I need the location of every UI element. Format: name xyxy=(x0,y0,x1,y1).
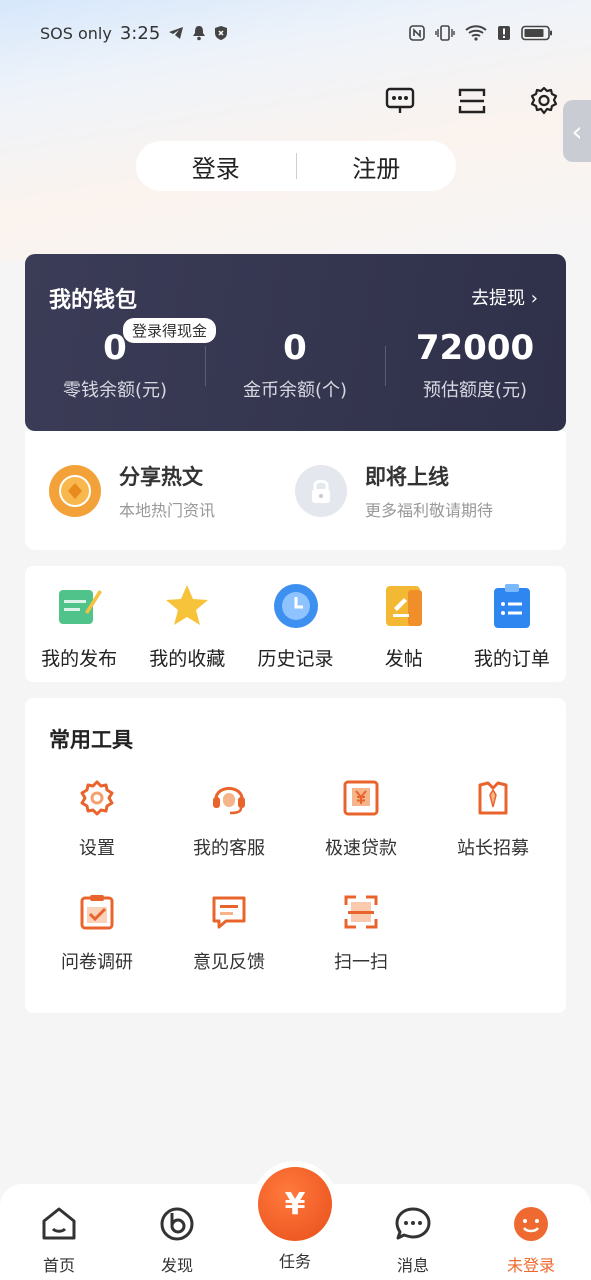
feedback-icon xyxy=(209,892,249,932)
quick-label: 发帖 xyxy=(384,648,423,670)
tool-scan[interactable]: 扫一扫 xyxy=(295,892,427,974)
tab-task-button[interactable]: ¥ xyxy=(258,1167,332,1241)
tab-label: 发现 xyxy=(160,1256,193,1275)
tool-fast-loan[interactable]: 极速贷款 xyxy=(295,778,427,860)
balance-credit[interactable]: 72000 预估额度(元) xyxy=(385,324,565,402)
share-hot-articles[interactable]: 分享热文 本地热门资讯 xyxy=(49,461,215,521)
gear-icon xyxy=(77,778,117,818)
telegram-icon xyxy=(169,27,184,39)
tool-label: 极速贷款 xyxy=(325,838,397,859)
edit-note-icon xyxy=(55,582,103,630)
order-icon xyxy=(488,582,536,630)
promo-title: 即将上线 xyxy=(365,465,449,489)
login-button[interactable]: 登录 xyxy=(136,149,296,184)
wifi-icon xyxy=(465,25,487,41)
lock-icon xyxy=(295,465,347,517)
chat-bubble-icon xyxy=(393,1204,433,1244)
tab-task-label: 任务 xyxy=(278,1252,311,1271)
quick-actions: 我的发布 我的收藏 历史记录 发帖 我的订单 xyxy=(25,566,566,682)
promo-subtitle: 本地热门资讯 xyxy=(119,501,216,520)
promo-title: 分享热文 xyxy=(119,465,203,489)
login-cash-badge: 登录得现金 xyxy=(123,318,217,343)
smiley-icon xyxy=(511,1204,551,1244)
tool-recruit[interactable]: 站长招募 xyxy=(427,778,559,860)
wallet-card: 我的钱包 去提现 › 0 零钱余额(元) 登录得现金 0 金币余额(个) 720… xyxy=(25,254,566,431)
my-posts-button[interactable]: 我的发布 xyxy=(25,566,133,682)
vibrate-icon xyxy=(435,25,455,41)
promo-panel: 分享热文 本地热门资讯 即将上线 更多福利敬请期待 xyxy=(25,431,566,550)
shield-icon xyxy=(215,26,228,40)
register-button[interactable]: 注册 xyxy=(297,149,457,184)
settings-gear-icon[interactable] xyxy=(527,84,561,118)
header-actions xyxy=(383,84,561,118)
yuan-icon: ¥ xyxy=(284,1186,306,1222)
tab-label: 首页 xyxy=(42,1256,75,1275)
balance-label: 预估额度(元) xyxy=(422,380,528,401)
quick-label: 我的发布 xyxy=(41,648,118,670)
wallet-title: 我的钱包 xyxy=(49,288,138,313)
create-post-button[interactable]: 发帖 xyxy=(350,566,458,682)
quick-label: 我的订单 xyxy=(473,648,550,670)
carrier-text: SOS only xyxy=(40,23,112,43)
battery-icon xyxy=(521,25,552,41)
discover-icon xyxy=(157,1204,197,1244)
tool-label: 扫一扫 xyxy=(334,952,388,973)
tab-profile[interactable]: 未登录 xyxy=(472,1204,590,1276)
scan-icon xyxy=(341,892,381,932)
balance-coins[interactable]: 0 金币余额(个) xyxy=(205,324,385,402)
tab-label: 未登录 xyxy=(506,1256,555,1275)
balance-label: 金币余额(个) xyxy=(242,380,348,401)
clock-time: 3:25 xyxy=(119,22,161,44)
history-button[interactable]: 历史记录 xyxy=(241,566,349,682)
status-bar: SOS only 3:25 xyxy=(0,0,591,66)
alert-icon xyxy=(498,26,510,40)
common-tools-panel: 常用工具 设置 我的客服 极速贷款 站长招募 问卷调研 意见反馈 扫一扫 xyxy=(25,698,566,1013)
coming-soon[interactable]: 即将上线 更多福利敬请期待 xyxy=(295,461,493,521)
withdraw-label: 去提现 xyxy=(471,288,526,309)
star-icon xyxy=(163,582,211,630)
auth-switch: 登录 注册 xyxy=(136,141,456,191)
coin-icon xyxy=(49,465,101,517)
promo-subtitle: 更多福利敬请期待 xyxy=(365,501,494,520)
quick-label: 我的收藏 xyxy=(149,648,226,670)
tool-customer-service[interactable]: 我的客服 xyxy=(163,778,295,860)
home-icon xyxy=(39,1204,79,1244)
tab-discover[interactable]: 发现 xyxy=(118,1204,236,1276)
tool-settings[interactable]: 设置 xyxy=(31,778,163,860)
loan-icon xyxy=(341,778,381,818)
bell-icon xyxy=(193,26,206,41)
customer-service-icon[interactable] xyxy=(383,84,417,118)
tools-title: 常用工具 xyxy=(49,728,133,752)
tool-label: 设置 xyxy=(79,838,115,859)
tool-label: 站长招募 xyxy=(457,838,529,859)
balance-value: 0 xyxy=(283,328,307,368)
survey-icon xyxy=(77,892,117,932)
balance-label: 零钱余额(元) xyxy=(62,380,168,401)
post-icon xyxy=(380,582,428,630)
scan-code-icon[interactable] xyxy=(455,84,489,118)
my-favorites-button[interactable]: 我的收藏 xyxy=(133,566,241,682)
tool-label: 意见反馈 xyxy=(193,952,265,973)
headset-icon xyxy=(209,778,249,818)
quick-label: 历史记录 xyxy=(257,648,334,670)
tool-survey[interactable]: 问卷调研 xyxy=(31,892,163,974)
balance-value: 72000 xyxy=(415,328,535,368)
tool-label: 我的客服 xyxy=(193,838,265,859)
clock-icon xyxy=(272,582,320,630)
tab-home[interactable]: 首页 xyxy=(0,1204,118,1276)
withdraw-link[interactable]: 去提现 › xyxy=(471,284,538,310)
my-orders-button[interactable]: 我的订单 xyxy=(458,566,566,682)
tab-messages[interactable]: 消息 xyxy=(354,1204,472,1276)
nfc-icon xyxy=(409,25,425,41)
side-drawer-handle[interactable]: ‹ xyxy=(563,100,591,162)
tool-label: 问卷调研 xyxy=(61,952,133,973)
recruit-icon xyxy=(473,778,513,818)
chevron-right-icon: › xyxy=(530,288,538,309)
chevron-left-icon: ‹ xyxy=(571,114,583,148)
tab-label: 消息 xyxy=(396,1256,429,1275)
bottom-tab-bar: 首页 发现 ¥ 任务 消息 未登录 xyxy=(0,1167,591,1280)
tool-feedback[interactable]: 意见反馈 xyxy=(163,892,295,974)
